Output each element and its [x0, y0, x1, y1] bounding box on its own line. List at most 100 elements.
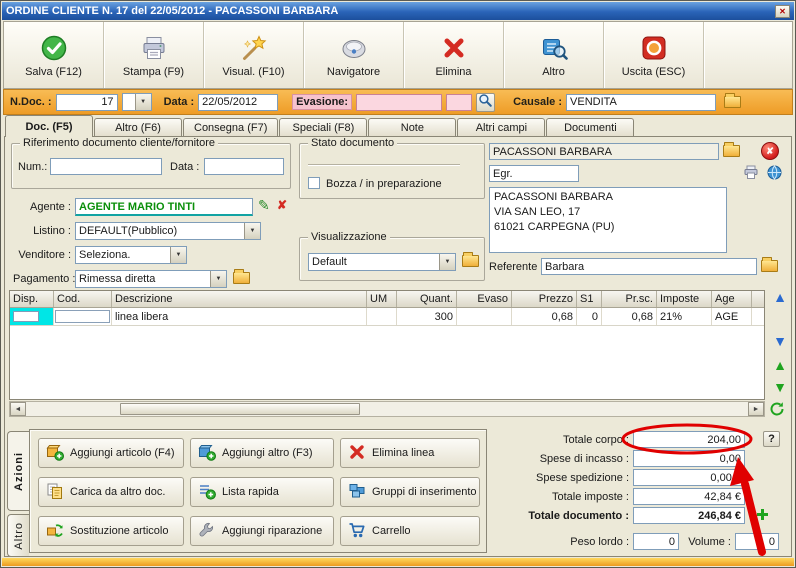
volume-field[interactable]: 0: [735, 533, 779, 550]
cell-prezzo[interactable]: 0,68: [512, 308, 577, 325]
salutation-field[interactable]: Egr.: [489, 165, 579, 182]
cell-prsc[interactable]: 0,68: [602, 308, 657, 325]
title-bar[interactable]: ORDINE CLIENTE N. 17 del 22/05/2012 - PA…: [2, 2, 794, 20]
listino-select[interactable]: DEFAULT(Pubblico) ▼: [75, 222, 261, 240]
num-input[interactable]: [50, 158, 162, 175]
peso-lordo-field[interactable]: 0: [633, 533, 679, 550]
globe-icon[interactable]: [767, 165, 782, 180]
insert-groups-button[interactable]: Gruppi di inserimento: [340, 477, 480, 507]
referente-folder-icon[interactable]: [761, 260, 778, 272]
close-button[interactable]: ✕: [775, 5, 790, 18]
column-header-s1[interactable]: S1: [577, 291, 602, 307]
delete-line-button[interactable]: Elimina linea: [340, 438, 480, 468]
add-other-button[interactable]: Aggiungi altro (F3): [190, 438, 334, 468]
doc-date-input[interactable]: 22/05/2012: [198, 94, 278, 111]
cell-agente[interactable]: AGE: [712, 308, 752, 325]
replace-article-button[interactable]: Sostituzione articolo: [38, 516, 184, 546]
cod-editor[interactable]: [55, 310, 110, 323]
scroll-right-button[interactable]: ►: [748, 402, 764, 416]
cell-cod[interactable]: [54, 308, 112, 325]
refresh-icon[interactable]: [769, 401, 785, 417]
agente-field[interactable]: AGENTE MARIO TINTI: [75, 198, 253, 216]
customer-clear-button[interactable]: ✘: [761, 142, 779, 160]
tab-altro[interactable]: Altro (F6): [94, 118, 182, 137]
column-header-imposte[interactable]: Imposte: [657, 291, 712, 307]
grid-row[interactable]: linea libera 300 0,68 0 0,68 21% AGE: [10, 308, 764, 326]
add-repair-button[interactable]: Aggiungi riparazione: [190, 516, 334, 546]
rif-data-input[interactable]: [204, 158, 284, 175]
help-button[interactable]: ?: [763, 431, 780, 447]
customer-address-box[interactable]: PACASSONI BARBARA VIA SAN LEO, 17 61021 …: [489, 187, 727, 253]
spese-spedizione-field[interactable]: 0,00 €: [633, 469, 745, 486]
tab-documenti[interactable]: Documenti: [546, 118, 634, 137]
horizontal-scrollbar[interactable]: ◄ ►: [9, 401, 765, 417]
referente-field[interactable]: Barbara: [541, 258, 757, 275]
cell-imposte[interactable]: 21%: [657, 308, 712, 325]
column-header-agente[interactable]: Age: [712, 291, 752, 307]
cell-disp[interactable]: [10, 308, 54, 325]
visualizzazione-folder-icon[interactable]: [462, 255, 479, 267]
causale-input[interactable]: VENDITA: [566, 94, 716, 111]
evasione-extra-input[interactable]: [446, 94, 472, 111]
evasione-input[interactable]: [356, 94, 442, 111]
load-from-doc-button[interactable]: Carica da altro doc.: [38, 477, 184, 507]
move-down-icon[interactable]: ▼: [769, 380, 791, 394]
doc-number-selector[interactable]: ▼: [122, 93, 152, 111]
cell-s1[interactable]: 0: [577, 308, 602, 325]
cell-um[interactable]: [367, 308, 397, 325]
pencil-icon[interactable]: ✎: [258, 197, 270, 214]
doc-number-input[interactable]: 17: [56, 94, 118, 111]
bozza-checkbox[interactable]: [308, 177, 320, 189]
move-up-icon[interactable]: ▲: [769, 358, 791, 372]
side-tab-azioni[interactable]: Azioni: [7, 431, 29, 511]
navigator-button[interactable]: Navigatore: [304, 22, 404, 88]
column-header-disp[interactable]: Disp.: [10, 291, 54, 307]
totale-imposte-field[interactable]: 42,84 €: [633, 488, 745, 505]
column-header-prezzo[interactable]: Prezzo: [512, 291, 577, 307]
visualize-button[interactable]: Visual. (F10): [204, 22, 304, 88]
column-header-quant[interactable]: Quant.: [397, 291, 457, 307]
cell-quant[interactable]: 300: [397, 308, 457, 325]
cart-button[interactable]: Carrello: [340, 516, 480, 546]
tab-doc[interactable]: Doc. (F5): [5, 115, 93, 137]
print-button[interactable]: Stampa (F9): [104, 22, 204, 88]
delete-button[interactable]: Elimina: [404, 22, 504, 88]
red-x-icon: [440, 33, 468, 63]
column-header-um[interactable]: UM: [367, 291, 397, 307]
column-header-evaso[interactable]: Evaso: [457, 291, 512, 307]
actions-panel: Aggiungi articolo (F4) Aggiungi altro (F…: [29, 429, 487, 553]
venditore-select[interactable]: Seleziona. ▼: [75, 246, 187, 264]
totale-documento-field[interactable]: 246,84 €: [633, 507, 745, 524]
tab-note[interactable]: Note: [368, 118, 456, 137]
evasione-search-button[interactable]: [476, 93, 495, 112]
move-bottom-icon[interactable]: ▼: [769, 334, 791, 348]
print-customer-icon[interactable]: [743, 165, 759, 180]
column-header-cod[interactable]: Cod.: [54, 291, 112, 307]
tab-consegna[interactable]: Consegna (F7): [183, 118, 278, 137]
plus-icon[interactable]: [755, 507, 770, 522]
move-top-icon[interactable]: ▲: [769, 290, 791, 304]
visualizzazione-select[interactable]: Default ▼: [308, 253, 456, 271]
totale-corpo-field[interactable]: 204,00: [633, 431, 745, 448]
quick-list-button[interactable]: Lista rapida: [190, 477, 334, 507]
cell-evaso[interactable]: [457, 308, 512, 325]
causale-folder-icon[interactable]: [724, 96, 741, 108]
side-tab-altro[interactable]: Altro: [7, 514, 29, 557]
tab-speciali[interactable]: Speciali (F8): [279, 118, 367, 137]
scroll-left-button[interactable]: ◄: [10, 402, 26, 416]
add-article-button[interactable]: Aggiungi articolo (F4): [38, 438, 184, 468]
cell-descrizione[interactable]: linea libera: [112, 308, 367, 325]
more-button[interactable]: Altro: [504, 22, 604, 88]
customer-folder-icon[interactable]: [723, 145, 740, 157]
exit-button[interactable]: Uscita (ESC): [604, 22, 704, 88]
pagamento-select[interactable]: Rimessa diretta ▼: [75, 270, 227, 288]
agente-clear-icon[interactable]: ✘: [277, 198, 287, 212]
save-button[interactable]: Salva (F12): [4, 22, 104, 88]
tab-altri-campi[interactable]: Altri campi: [457, 118, 545, 137]
scrollbar-thumb[interactable]: [120, 403, 360, 415]
pagamento-folder-icon[interactable]: [233, 272, 250, 284]
column-header-descrizione[interactable]: Descrizione: [112, 291, 367, 307]
spese-incasso-field[interactable]: 0,00: [633, 450, 745, 467]
customer-name-field[interactable]: PACASSONI BARBARA: [489, 143, 719, 160]
column-header-prsc[interactable]: Pr.sc.: [602, 291, 657, 307]
